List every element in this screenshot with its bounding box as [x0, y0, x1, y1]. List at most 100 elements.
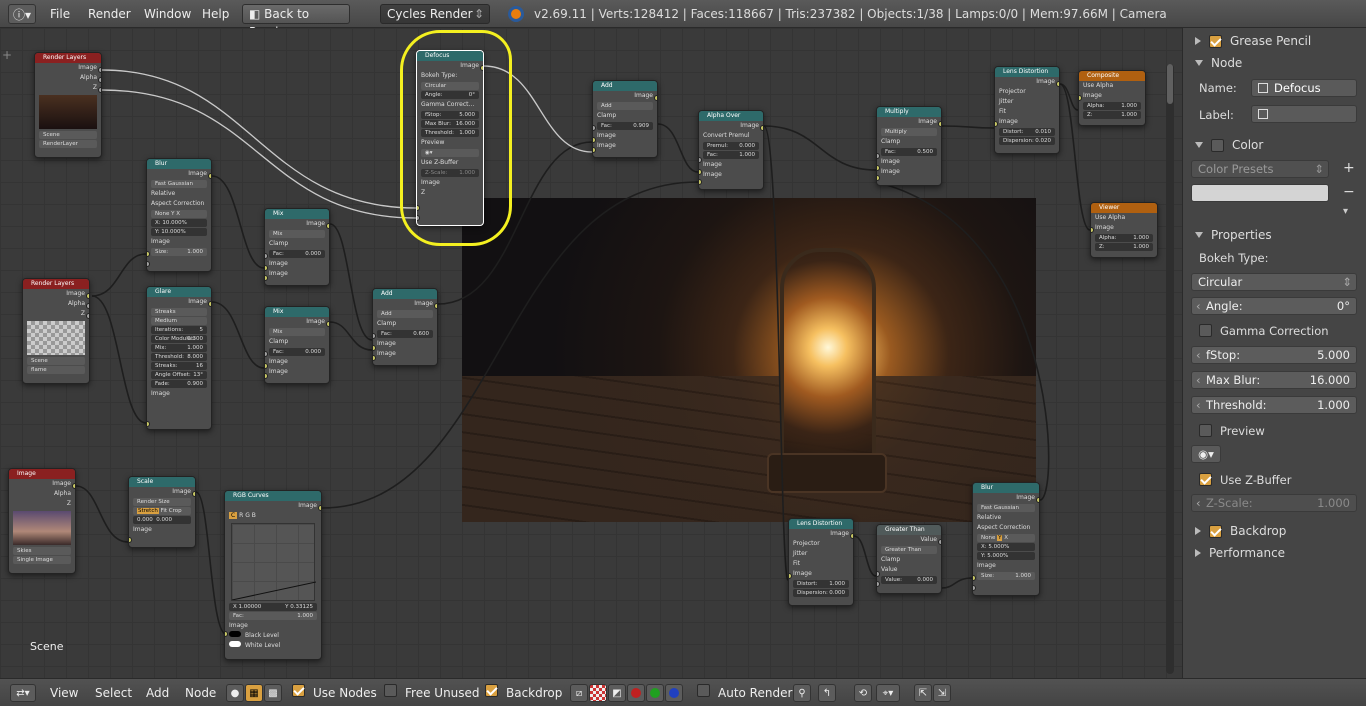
node-lens-distortion-1[interactable]: Lens Distortion Image Projector Jitter F…: [994, 66, 1060, 154]
node-editor[interactable]: + Render Layers Image Alpha Z Scene Rend…: [0, 28, 1182, 678]
angle-field[interactable]: Angle: 0°: [421, 91, 479, 99]
socket[interactable]: [417, 215, 420, 221]
socket[interactable]: [86, 313, 89, 319]
threshold-field[interactable]: Threshold: 8.000: [151, 353, 207, 361]
tab-r[interactable]: R: [239, 512, 243, 519]
node-multiply[interactable]: Multiply Image Multiply Clamp Fac: 0.500 …: [876, 106, 942, 186]
convert-premul-check[interactable]: Convert Premul: [699, 131, 763, 141]
zbuffer-check[interactable]: Use Z-Buffer: [417, 158, 483, 168]
use-alpha-check[interactable]: Use Alpha: [1079, 81, 1145, 91]
tab-g[interactable]: G: [245, 512, 250, 519]
preview-row[interactable]: Preview: [1183, 418, 1366, 443]
menu-file[interactable]: File: [44, 4, 76, 24]
aspect-options[interactable]: None Y X: [151, 210, 207, 218]
relative-check[interactable]: Relative: [147, 189, 211, 199]
use-alpha-check[interactable]: Use Alpha: [1091, 213, 1157, 223]
socket[interactable]: [877, 175, 880, 181]
glare-type[interactable]: Streaks: [151, 308, 207, 316]
blue-channel-icon[interactable]: [665, 684, 683, 702]
gamma-row[interactable]: Gamma Correction: [1183, 318, 1366, 343]
menu-help[interactable]: Help: [196, 4, 235, 24]
gamma-check[interactable]: Gamma Correct...: [417, 100, 483, 110]
node-mix-2[interactable]: Mix Image Mix Clamp Fac: 0.000 Image Imag…: [264, 306, 330, 384]
use-nodes-checkbox[interactable]: [292, 684, 305, 697]
y-field[interactable]: Y: 10.000%: [151, 228, 207, 236]
curve-area[interactable]: [231, 523, 316, 601]
blend-mode[interactable]: Mix: [269, 328, 325, 336]
socket[interactable]: [1036, 497, 1039, 503]
tab-b[interactable]: B: [252, 512, 256, 519]
socket[interactable]: [326, 223, 329, 229]
threshold-field[interactable]: Threshold: 1.000: [421, 129, 479, 137]
offset-x[interactable]: 0.000: [137, 517, 153, 523]
clamp-check[interactable]: Clamp: [593, 111, 657, 121]
panel-grease-pencil[interactable]: Grease Pencil: [1183, 30, 1366, 52]
opt-stretch[interactable]: Stretch: [137, 508, 159, 514]
free-unused-checkbox[interactable]: [384, 684, 397, 697]
bokeh-select[interactable]: Circular: [421, 82, 479, 90]
node-alpha-over[interactable]: Alpha Over Image Convert Premul Premul: 0…: [698, 110, 764, 190]
tab-c[interactable]: C: [229, 512, 238, 519]
mix-field[interactable]: Mix: 1.000: [151, 344, 207, 352]
socket[interactable]: [938, 539, 941, 545]
channel-tabs[interactable]: C R G B: [225, 511, 321, 521]
add-preset-icon[interactable]: +: [1343, 160, 1355, 176]
color-swatch[interactable]: [1191, 184, 1329, 202]
backdrop-checkbox[interactable]: [1209, 524, 1222, 538]
frame-options[interactable]: Stretch Fit Crop: [133, 507, 191, 515]
relative-check[interactable]: Relative: [973, 513, 1039, 523]
free-unused-toggle[interactable]: Free Unused: [384, 684, 480, 702]
fstop-field[interactable]: fStop: 5.000: [421, 111, 479, 119]
clamp-check[interactable]: Clamp: [373, 319, 437, 329]
clamp-check[interactable]: Clamp: [265, 337, 329, 347]
node-add-2[interactable]: Add Image Add Clamp Fac: 0.909 Image Imag…: [592, 80, 658, 158]
x-field[interactable]: X: 5.000%: [977, 543, 1035, 551]
preview-check[interactable]: Preview: [417, 138, 483, 148]
socket[interactable]: [98, 67, 101, 73]
socket[interactable]: [129, 537, 132, 543]
socket[interactable]: [877, 581, 880, 587]
green-channel-icon[interactable]: [646, 684, 664, 702]
socket[interactable]: [973, 575, 976, 581]
blur-type[interactable]: Fast Gaussian: [151, 180, 207, 188]
threshold-field[interactable]: Threshold: 1.000: [1191, 396, 1357, 414]
panel-performance[interactable]: Performance: [1183, 542, 1366, 564]
socket[interactable]: [760, 125, 763, 131]
node-render-layers-2[interactable]: Render Layers Image Alpha Z Scene flame: [22, 278, 90, 384]
socket[interactable]: [147, 261, 150, 267]
menu-node[interactable]: Node: [185, 684, 216, 702]
zbuffer-checkbox[interactable]: [1199, 473, 1212, 486]
aspect-none[interactable]: None: [155, 211, 169, 217]
fac-field[interactable]: Fac: 0.909: [597, 122, 653, 130]
socket[interactable]: [318, 505, 321, 511]
node-mix-1[interactable]: Mix Image Mix Clamp Fac: 0.000 Image Imag…: [264, 208, 330, 286]
red-channel-icon[interactable]: [627, 684, 645, 702]
auto-render-toggle[interactable]: Auto Render: [697, 684, 792, 702]
layer-field[interactable]: RenderLayer: [39, 140, 97, 148]
image-field[interactable]: Skies: [13, 547, 71, 555]
collapse-right-icon[interactable]: [1195, 527, 1201, 535]
fac-field[interactable]: Fac: 0.600: [377, 330, 433, 338]
backdrop-toggle[interactable]: Backdrop: [485, 684, 562, 702]
size-field[interactable]: Size: 1.000: [151, 248, 207, 256]
white-level[interactable]: White Level: [225, 641, 321, 651]
node-lens-distortion-2[interactable]: Lens Distortion Image Projector Jitter F…: [788, 518, 854, 606]
zscale-field[interactable]: Z-Scale: 1.000: [421, 169, 479, 177]
node-greater-than[interactable]: Greater Than Value Greater Than Clamp Va…: [876, 524, 942, 594]
socket[interactable]: [699, 179, 702, 185]
color-checkbox[interactable]: [1211, 138, 1224, 152]
fac-field[interactable]: Fac: 0.500: [881, 148, 937, 156]
fac-field[interactable]: Fac: 0.000: [269, 348, 325, 356]
paste-nodes-icon[interactable]: ⇲: [933, 684, 951, 702]
socket[interactable]: [98, 77, 101, 83]
color-presets-select[interactable]: Color Presets ⇕: [1191, 160, 1329, 178]
socket[interactable]: [434, 303, 437, 309]
camera-select[interactable]: ◉▾: [421, 149, 479, 157]
scrollbar-thumb[interactable]: [1167, 64, 1173, 104]
aspect-none[interactable]: None: [981, 535, 995, 541]
distort-field[interactable]: Distort: 1.000: [793, 580, 849, 588]
opt-fit[interactable]: Fit: [161, 508, 167, 514]
source-field[interactable]: Single Image: [13, 556, 71, 564]
auto-render-checkbox[interactable]: [697, 684, 710, 697]
aspect-y[interactable]: Y: [997, 535, 1003, 541]
